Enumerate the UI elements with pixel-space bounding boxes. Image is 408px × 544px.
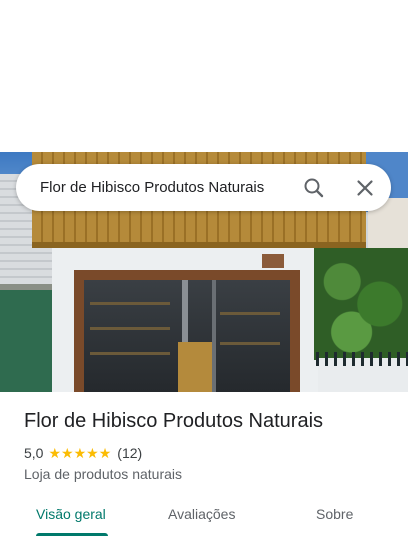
tab-overview[interactable]: Visão geral (36, 496, 106, 534)
rating-row[interactable]: 5,0 ★ ★ ★ ★ ★ (12) (24, 444, 142, 462)
close-icon[interactable] (352, 175, 378, 201)
star-icon: ★ (98, 445, 112, 461)
search-input[interactable]: Flor de Hibisco Produtos Naturais (40, 164, 264, 211)
tab-about[interactable]: Sobre (316, 496, 353, 534)
star-icon: ★ (48, 445, 62, 461)
railing (316, 352, 408, 366)
rating-value: 5,0 (24, 445, 44, 461)
star-icon: ★ (73, 445, 87, 461)
map-blank-area (0, 0, 408, 152)
place-category[interactable]: Loja de produtos naturais (24, 466, 182, 482)
star-icon: ★ (61, 445, 74, 461)
search-bar[interactable]: Flor de Hibisco Produtos Naturais (16, 164, 391, 211)
active-tab-indicator (36, 533, 108, 536)
search-icon[interactable] (301, 175, 327, 201)
review-count[interactable]: (12) (117, 445, 142, 461)
place-title: Flor de Hibisco Produtos Naturais (24, 410, 324, 432)
tab-reviews[interactable]: Avaliações (168, 496, 235, 534)
plants (314, 248, 408, 360)
star-icon: ★ (86, 445, 99, 461)
place-tabs: Visão geral Avaliações Sobre (0, 496, 408, 536)
star-rating: ★ ★ ★ ★ ★ (48, 446, 111, 460)
